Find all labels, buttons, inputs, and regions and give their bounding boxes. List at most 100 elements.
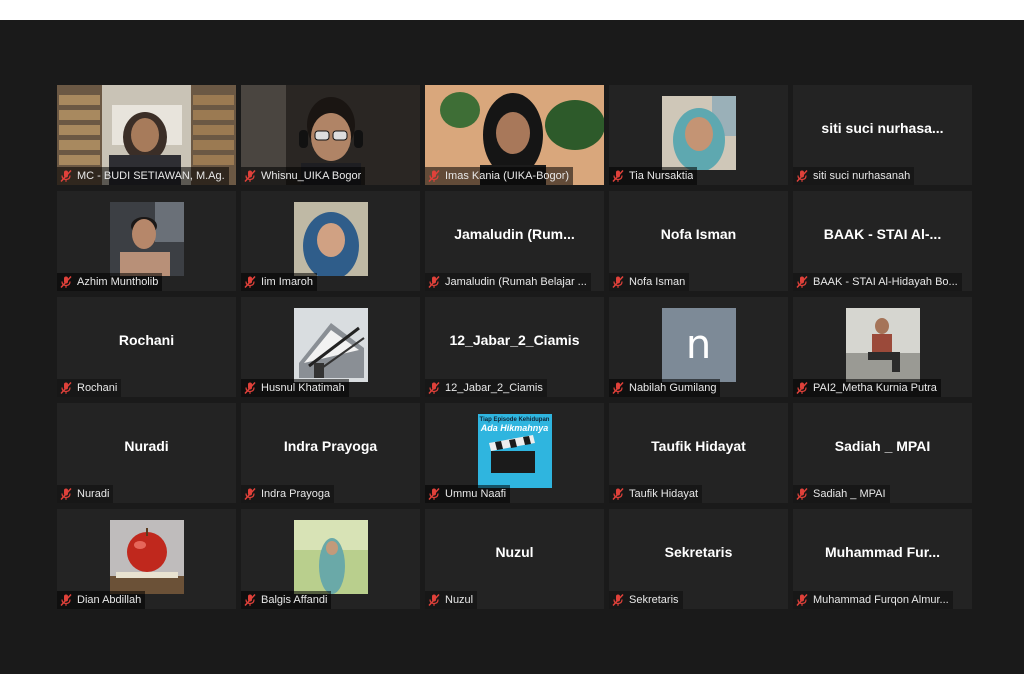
participant-tile[interactable]: Whisnu_UIKA Bogor (241, 85, 420, 185)
participant-tile[interactable]: Imas Kania (UIKA-Bogor) (425, 85, 604, 185)
participant-display-name: BAAK - STAI Al-... (823, 226, 942, 242)
participant-tile[interactable]: Indra Prayoga Indra Prayoga (241, 403, 420, 503)
participant-name-bar: Tia Nursaktia (609, 167, 698, 185)
participant-video (109, 202, 184, 276)
muted-mic-icon (60, 381, 72, 395)
participant-display-name: Nuzul (495, 544, 534, 560)
participant-tile[interactable]: siti suci nurhasa... siti suci nurhasana… (793, 85, 972, 185)
participant-tile[interactable]: Taufik Hidayat Taufik Hidayat (609, 403, 788, 503)
participant-name-bar: Sadiah _ MPAI (793, 485, 890, 503)
muted-mic-icon (60, 169, 72, 183)
participant-name: Whisnu_UIKA Bogor (261, 170, 362, 182)
participant-name-bar: Iim Imaroh (241, 273, 317, 291)
participant-tile[interactable]: Husnul Khatimah (241, 297, 420, 397)
participant-grid: MC - BUDI SETIAWAN, M.Ag. Whisnu_UIKA Bo… (57, 85, 972, 609)
participant-tile[interactable]: n Nabilah Gumilang (609, 297, 788, 397)
participant-tile[interactable]: Nofa Isman Nofa Isman (609, 191, 788, 291)
participant-display-name: 12_Jabar_2_Ciamis (449, 332, 580, 348)
participant-name: Indra Prayoga (261, 488, 331, 500)
participant-display-name: Nofa Isman (660, 226, 737, 242)
participant-video: Tiap Episode Kehidupan Ada Hikmahnya (477, 414, 552, 488)
muted-mic-icon (796, 381, 808, 395)
participant-tile[interactable]: Sekretaris Sekretaris (609, 509, 788, 609)
participant-name-bar: Dian Abdillah (57, 591, 146, 609)
muted-mic-icon (428, 275, 440, 289)
muted-mic-icon (796, 275, 808, 289)
muted-mic-icon (796, 169, 808, 183)
participant-tile[interactable]: Rochani Rochani (57, 297, 236, 397)
participant-name: Jamaludin (Rumah Belajar ... (445, 276, 587, 288)
participant-name-bar: Muhammad Furqon Almur... (793, 591, 953, 609)
meeting-gallery-view: MC - BUDI SETIAWAN, M.Ag. Whisnu_UIKA Bo… (0, 20, 1024, 674)
participant-name-bar: Indra Prayoga (241, 485, 335, 503)
participant-name-bar: Nuzul (425, 591, 478, 609)
participant-display-name: Nuradi (124, 438, 169, 454)
muted-mic-icon (244, 593, 256, 607)
participant-name: Rochani (77, 382, 118, 394)
participant-tile[interactable]: MC - BUDI SETIAWAN, M.Ag. (57, 85, 236, 185)
participant-name-bar: Sekretaris (609, 591, 683, 609)
participant-name-bar: Taufik Hidayat (609, 485, 703, 503)
participant-name: 12_Jabar_2_Ciamis (445, 382, 543, 394)
participant-tile[interactable]: Balgis Affandi (241, 509, 420, 609)
participant-name: Azhim Muntholib (77, 276, 159, 288)
participant-name: Nuzul (445, 594, 474, 606)
participant-display-name: Sadiah _ MPAI (834, 438, 931, 454)
participant-name: Husnul Khatimah (261, 382, 345, 394)
participant-name-bar: Jamaludin (Rumah Belajar ... (425, 273, 591, 291)
participant-tile[interactable]: Azhim Muntholib (57, 191, 236, 291)
muted-mic-icon (244, 381, 256, 395)
participant-name: Dian Abdillah (77, 594, 142, 606)
participant-tile[interactable]: Sadiah _ MPAI Sadiah _ MPAI (793, 403, 972, 503)
participant-tile[interactable]: Muhammad Fur... Muhammad Furqon Almur... (793, 509, 972, 609)
participant-name-bar: Husnul Khatimah (241, 379, 349, 397)
participant-tile[interactable]: Nuradi Nuradi (57, 403, 236, 503)
participant-name: Taufik Hidayat (629, 488, 699, 500)
muted-mic-icon (612, 593, 624, 607)
participant-tile[interactable]: 12_Jabar_2_Ciamis 12_Jabar_2_Ciamis (425, 297, 604, 397)
muted-mic-icon (612, 169, 624, 183)
participant-tile[interactable]: Iim Imaroh (241, 191, 420, 291)
participant-tile[interactable]: PAI2_Metha Kurnia Putra (793, 297, 972, 397)
participant-name: Iim Imaroh (261, 276, 313, 288)
participant-name-bar: Rochani (57, 379, 122, 397)
muted-mic-icon (612, 275, 624, 289)
muted-mic-icon (60, 275, 72, 289)
participant-display-name: Jamaludin (Rum... (454, 226, 575, 242)
participant-name-bar: Azhim Muntholib (57, 273, 163, 291)
participant-name: Imas Kania (UIKA-Bogor) (445, 170, 570, 182)
participant-name: Nuradi (77, 488, 110, 500)
participant-name: MC - BUDI SETIAWAN, M.Ag. (77, 170, 225, 182)
participant-name-bar: 12_Jabar_2_Ciamis (425, 379, 547, 397)
participant-display-name: Sekretaris (664, 544, 733, 560)
participant-tile[interactable]: Tia Nursaktia (609, 85, 788, 185)
participant-name-bar: Ummu Naafi (425, 485, 511, 503)
participant-display-name: siti suci nurhasa... (821, 120, 944, 136)
participant-name: Tia Nursaktia (629, 170, 694, 182)
participant-tile[interactable]: BAAK - STAI Al-... BAAK - STAI Al-Hidaya… (793, 191, 972, 291)
participant-video (293, 202, 368, 276)
participant-tile[interactable]: Tiap Episode Kehidupan Ada Hikmahnya Ummu… (425, 403, 604, 503)
participant-display-name: Taufik Hidayat (651, 438, 746, 454)
participant-name: siti suci nurhasanah (813, 170, 911, 182)
muted-mic-icon (796, 593, 808, 607)
participant-name-bar: Nuradi (57, 485, 114, 503)
participant-name: Sadiah _ MPAI (813, 488, 886, 500)
participant-display-name: Indra Prayoga (283, 438, 378, 454)
muted-mic-icon (428, 487, 440, 501)
participant-tile[interactable]: Nuzul Nuzul (425, 509, 604, 609)
participant-tile[interactable]: Dian Abdillah (57, 509, 236, 609)
muted-mic-icon (428, 169, 440, 183)
participant-video (109, 520, 184, 594)
participant-name: Nabilah Gumilang (629, 382, 717, 394)
muted-mic-icon (428, 593, 440, 607)
clapperboard-icon (488, 435, 535, 473)
participant-tile[interactable]: Jamaludin (Rum... Jamaludin (Rumah Belaj… (425, 191, 604, 291)
participant-name-bar: Nabilah Gumilang (609, 379, 721, 397)
muted-mic-icon (60, 593, 72, 607)
participant-name: Sekretaris (629, 594, 679, 606)
participant-name: Muhammad Furqon Almur... (813, 594, 949, 606)
muted-mic-icon (244, 169, 256, 183)
participant-name-bar: Balgis Affandi (241, 591, 332, 609)
participant-name: PAI2_Metha Kurnia Putra (813, 382, 937, 394)
